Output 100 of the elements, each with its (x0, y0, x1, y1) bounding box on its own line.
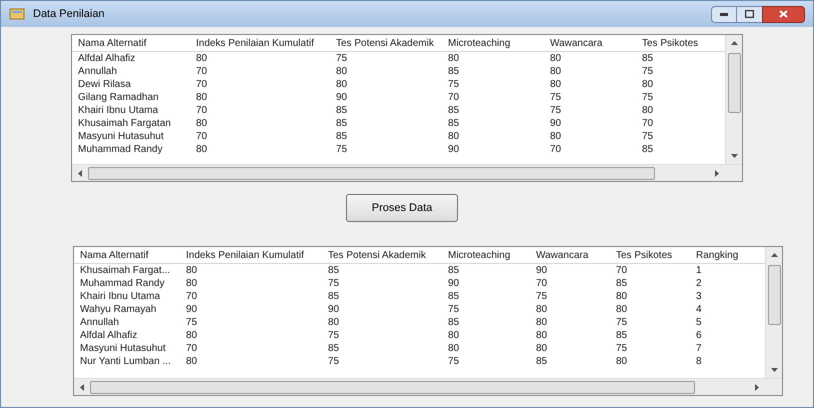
table-cell-text: 80 (535, 304, 548, 316)
table-cell-text: Wahyu Ramayah (79, 304, 158, 316)
table-cell-text: 85 (615, 330, 628, 342)
table-cell-text: 85 (615, 278, 628, 290)
table-cell-text: 70 (185, 290, 198, 302)
table-cell-text: 80 (549, 66, 562, 78)
table-cell-text: Khairi Ibnu Utama (79, 290, 162, 302)
table-cell-text: 75 (327, 330, 340, 342)
horizontal-scrollbar[interactable] (72, 164, 742, 181)
table-cell-text: Khusaimah Fargatan (77, 118, 172, 130)
table-cell-text: 75 (535, 290, 548, 302)
table-cell-text: 80 (195, 52, 208, 64)
table-cell-text: Masyuni Hutasuhut (79, 342, 167, 354)
table-cell-text: 90 (327, 304, 340, 316)
column-header[interactable]: Rangking (690, 248, 742, 262)
column-header[interactable]: Wawancara (530, 248, 610, 262)
table-cell-text: Khusaimah Fargat... (79, 264, 172, 276)
scrollbar-thumb[interactable] (728, 53, 740, 113)
vertical-scrollbar[interactable] (765, 247, 782, 378)
scroll-left-icon[interactable] (80, 384, 84, 390)
window-title: Data Penilaian (33, 6, 105, 22)
table-cell-text: 70 (195, 104, 208, 116)
table-cell-text: 80 (195, 144, 208, 156)
scroll-right-icon[interactable] (755, 384, 759, 390)
column-header[interactable]: Microteaching (442, 36, 544, 50)
table-cell-text: 90 (447, 144, 460, 156)
scroll-down-icon[interactable] (770, 368, 778, 372)
table-cell-text: 80 (327, 316, 340, 328)
table-cell-text: 70 (185, 342, 198, 354)
table-cell-text: 80 (447, 342, 460, 354)
table-cell-text: 75 (327, 356, 340, 368)
column-header[interactable]: Tes Psikotes (610, 248, 690, 262)
table-cell-text: 80 (615, 304, 628, 316)
table-cell-text: 75 (335, 52, 348, 64)
table-cell-text: 80 (549, 52, 562, 64)
scrollbar-thumb[interactable] (768, 265, 780, 325)
table-cell-text: 85 (447, 118, 460, 130)
table-cell-text: 75 (335, 144, 348, 156)
table-cell-text: 85 (535, 356, 548, 368)
table-cell-text: 80 (535, 330, 548, 342)
table-cell-text: 70 (549, 144, 562, 156)
scroll-left-icon[interactable] (78, 170, 82, 176)
horizontal-scrollbar[interactable] (74, 378, 782, 395)
table-cell-text: 80 (641, 104, 654, 116)
column-header[interactable]: Tes Psikotes (636, 36, 724, 50)
table-cell-text: 75 (447, 356, 460, 368)
table-cell-text: 85 (327, 290, 340, 302)
table-cell-text: 85 (447, 316, 460, 328)
table-cell-text: 75 (447, 304, 460, 316)
table-cell-text: 80 (335, 66, 348, 78)
scroll-down-icon[interactable] (730, 154, 738, 158)
table-cell-text: 80 (549, 78, 562, 90)
table-cell-text: 4 (695, 304, 703, 316)
table-cell-text: 85 (327, 342, 340, 354)
column-header[interactable]: Nama Alternatif (74, 248, 180, 262)
table-cell-text: 3 (695, 290, 703, 302)
process-data-button[interactable]: Proses Data (346, 194, 458, 222)
scroll-right-icon[interactable] (715, 170, 719, 176)
table-cell-text: 80 (447, 52, 460, 64)
minimize-button[interactable] (711, 6, 737, 22)
column-header[interactable]: Wawancara (544, 36, 636, 50)
column-header[interactable]: Tes Potensi Akademik (322, 248, 442, 262)
column-header[interactable]: Tes Potensi Akademik (330, 36, 442, 50)
table-cell-text: 80 (535, 342, 548, 354)
column-header[interactable]: Indeks Penilaian Kumulatif (180, 248, 322, 262)
table-cell-text: 6 (695, 330, 703, 342)
scrollbar-thumb[interactable] (90, 380, 695, 394)
column-header[interactable]: Nama Alternatif (72, 36, 190, 50)
table-cell-text: 75 (615, 316, 628, 328)
table-cell-text: Nur Yanti Lumban ... (79, 356, 172, 368)
table-cell-text: 85 (447, 290, 460, 302)
scroll-up-icon[interactable] (730, 41, 738, 45)
vertical-scrollbar[interactable] (725, 35, 742, 164)
close-button[interactable] (762, 6, 805, 22)
table-cell-text: 90 (549, 118, 562, 130)
maximize-icon (745, 10, 754, 18)
column-header[interactable]: Microteaching (442, 248, 530, 262)
table-cell-text: 70 (195, 78, 208, 90)
table-cell-text: 85 (641, 144, 654, 156)
scroll-up-icon[interactable] (770, 253, 778, 257)
table-cell-text: 80 (447, 330, 460, 342)
table-cell-text: 80 (615, 356, 628, 368)
table-cell-text: Annullah (77, 66, 118, 78)
table-cell-text: 80 (195, 92, 208, 104)
table-cell-text: 75 (447, 78, 460, 90)
table-cell-text: 85 (327, 264, 340, 276)
maximize-button[interactable] (737, 6, 762, 22)
table-cell-text: 80 (185, 278, 198, 290)
table-cell-text: 85 (335, 118, 348, 130)
table-cell-text: 70 (195, 130, 208, 142)
column-header[interactable]: Indeks Penilaian Kumulatif (190, 36, 330, 50)
scrollbar-thumb[interactable] (88, 166, 655, 180)
table-cell-text: Annullah (79, 316, 120, 328)
table-cell-text: 75 (549, 104, 562, 116)
table-cell-text: 75 (641, 66, 654, 78)
table-cell-text: 7 (695, 342, 703, 354)
table-cell-text: 75 (641, 130, 654, 142)
table-cell-text: 70 (641, 118, 654, 130)
table-cell-text: 75 (327, 278, 340, 290)
table-cell-text: 5 (695, 316, 703, 328)
